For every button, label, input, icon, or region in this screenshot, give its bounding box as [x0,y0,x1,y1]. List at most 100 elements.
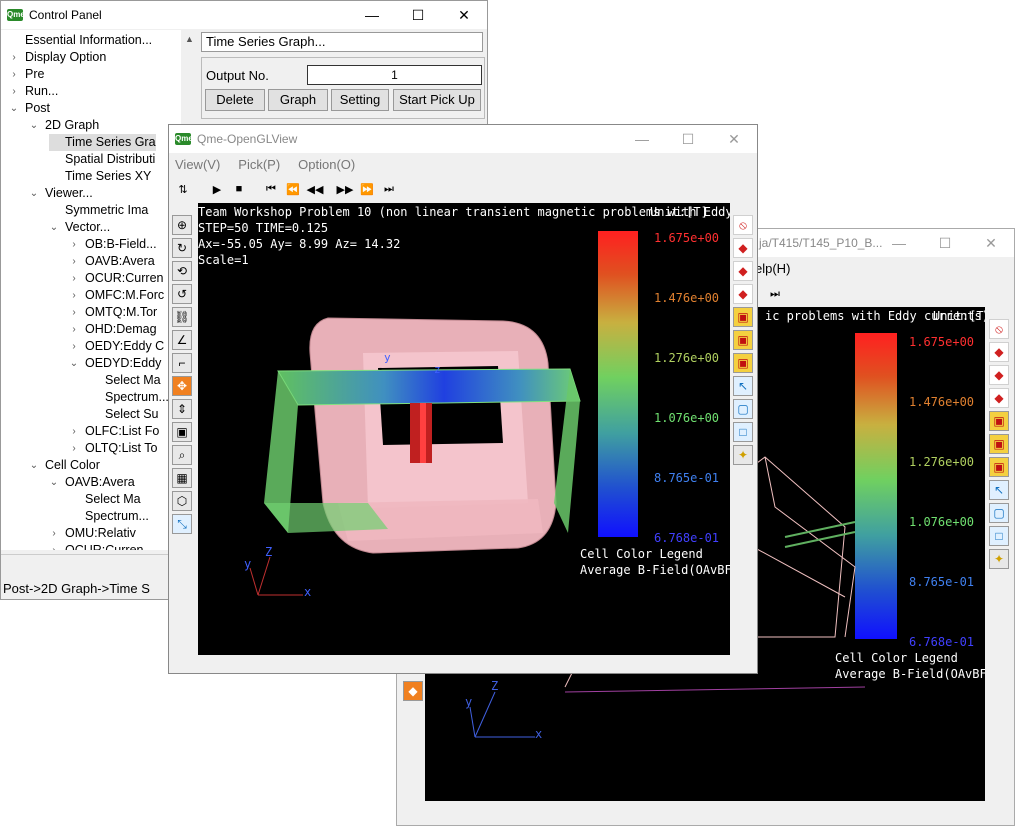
tree-item[interactable]: › OEDY:Eddy C [69,338,164,355]
chevron-right-icon[interactable]: › [49,542,59,550]
zoom-updown-icon[interactable]: ⇕ [172,399,192,419]
chevron-right-icon[interactable]: › [49,525,59,542]
orange-tool-icon[interactable]: ◆ [403,681,423,701]
no-entry-icon[interactable]: ⦸ [733,215,753,235]
axis-toggle-icon[interactable]: ⇅ [173,179,193,199]
cube-blue-icon[interactable]: ▢ [733,399,753,419]
output-field[interactable]: 1 [307,65,482,85]
rotate-z-icon[interactable]: ↺ [172,284,192,304]
chevron-down-icon[interactable]: ⌄ [69,355,79,372]
minimize-button[interactable]: — [876,229,922,257]
tree-item[interactable]: › OLTQ:List To [69,440,157,457]
star-icon[interactable]: ✦ [989,549,1009,569]
chevron-right-icon[interactable]: › [69,270,79,287]
tree-item[interactable]: Spectrum... [69,508,149,525]
tree-item[interactable]: › OMU:Relativ [49,525,136,542]
pick-point-icon[interactable]: ◆ [733,238,753,258]
tree-item[interactable]: › OCUR:Curren [69,270,163,287]
arrow-nw-icon[interactable]: ↖ [733,376,753,396]
maximize-button[interactable]: ☐ [665,125,711,153]
step-back-icon[interactable]: ◀◀ [305,179,325,199]
chevron-down-icon[interactable]: ⌄ [29,117,39,134]
cube-red-icon[interactable]: ▣ [733,330,753,350]
fit-window-icon[interactable]: ▣ [172,422,192,442]
tree-item[interactable]: Spatial Distributi [49,151,155,168]
tree-item[interactable]: › Display Option [9,49,106,66]
cube-yellow-icon[interactable]: ▣ [989,411,1009,431]
move-icon[interactable]: ✥ [172,376,192,396]
chevron-right-icon[interactable]: › [9,66,19,83]
delete-button[interactable]: Delete [205,89,265,111]
menu-view[interactable]: View(V) [175,155,220,175]
tree-item[interactable]: ⌄ Cell Color [29,457,100,474]
tree-item[interactable]: Essential Information... [9,32,152,49]
expand-icon[interactable]: ⤡ [172,514,192,534]
chevron-right-icon[interactable]: › [69,338,79,355]
chevron-right-icon[interactable]: › [69,253,79,270]
pick-point-icon[interactable]: ◆ [989,342,1009,362]
angle-icon[interactable]: ∠ [172,330,192,350]
menu-pick[interactable]: Pick(P) [238,155,280,175]
last-step-icon[interactable]: ⏭ [379,179,399,199]
viewer-front-canvas[interactable]: Team Workshop Problem 10 (non linear tra… [198,203,730,655]
menu-option[interactable]: Option(O) [298,155,355,175]
chevron-down-icon[interactable]: ⌄ [49,219,59,236]
step-forward-icon[interactable]: ▶▶ [335,179,355,199]
cube-faces-icon[interactable]: ▣ [989,457,1009,477]
rotate-x-icon[interactable]: ↻ [172,238,192,258]
cube-outline-icon[interactable]: ⬡ [172,491,192,511]
setting-button[interactable]: Setting [331,89,389,111]
pick-node-icon[interactable]: ◆ [989,365,1009,385]
tree-item[interactable]: ⌄ OEDYD:Eddy [69,355,162,372]
pick-node-icon[interactable]: ◆ [733,261,753,281]
menu-help[interactable]: elp(H) [755,259,790,279]
cube-faces-icon[interactable]: ▣ [733,353,753,373]
chevron-right-icon[interactable]: › [69,304,79,321]
square-blue-icon[interactable]: □ [989,526,1009,546]
viewer-back-hscroll[interactable] [397,801,1014,825]
rotate-all-icon[interactable]: ⊕ [172,215,192,235]
tree-item[interactable]: Time Series Gra [49,134,156,151]
minimize-button[interactable]: — [349,1,395,29]
viewer-front-window[interactable]: Qme Qme-OpenGLView — ☐ ✕ View(V) Pick(P)… [168,124,758,674]
graph-button[interactable]: Graph [268,89,328,111]
tree-item[interactable]: › OAVB:Avera [69,253,154,270]
start-pick-up-button[interactable]: Start Pick Up [393,89,481,111]
tree-item[interactable]: › OHD:Demag [69,321,156,338]
rotate-y-icon[interactable]: ⟲ [172,261,192,281]
tree-item[interactable]: › Run... [9,83,58,100]
tree-item[interactable]: › OMFC:M.Forc [69,287,164,304]
tree-item[interactable]: › OB:B-Field... [69,236,156,253]
first-step-icon[interactable]: ⏮ [261,179,281,199]
tree-item[interactable]: › OCUR:Curren [49,542,143,550]
zoom-icon[interactable]: ⌕ [172,445,192,465]
tree-item[interactable]: › OLFC:List Fo [69,423,159,440]
chevron-right-icon[interactable]: › [9,49,19,66]
chevron-right-icon[interactable]: › [69,321,79,338]
tree-item[interactable]: ⌄ OAVB:Avera [49,474,135,491]
tree-item[interactable]: › Pre [9,66,44,83]
step-end-icon[interactable]: ⏭ [765,284,785,304]
chevron-down-icon[interactable]: ⌄ [29,457,39,474]
cube-blue-icon[interactable]: ▢ [989,503,1009,523]
link-icon[interactable]: ⛓ [172,307,192,327]
tree-item[interactable]: Symmetric Ima [49,202,148,219]
no-entry-icon[interactable]: ⦸ [989,319,1009,339]
stairs-icon[interactable]: ⌐ [172,353,192,373]
fast-back-icon[interactable]: ⏪ [283,179,303,199]
viewer-front-hscroll[interactable] [169,655,757,673]
play-icon[interactable]: ▶ [207,179,227,199]
chevron-right-icon[interactable]: › [69,423,79,440]
chevron-right-icon[interactable]: › [69,236,79,253]
fast-forward-icon[interactable]: ⏩ [357,179,377,199]
scroll-up-icon[interactable]: ▲ [185,34,194,44]
tree-item[interactable]: ⌄ 2D Graph [29,117,99,134]
tree-item[interactable]: › OMTQ:M.Tor [69,304,157,321]
tree-item[interactable]: Time Series XY [49,168,151,185]
chevron-right-icon[interactable]: › [69,440,79,457]
square-blue-icon[interactable]: □ [733,422,753,442]
close-button[interactable]: ✕ [711,125,757,153]
chevron-down-icon[interactable]: ⌄ [49,474,59,491]
maximize-button[interactable]: ☐ [922,229,968,257]
control-panel-titlebar[interactable]: Qme Control Panel — ☐ ✕ [1,1,487,29]
